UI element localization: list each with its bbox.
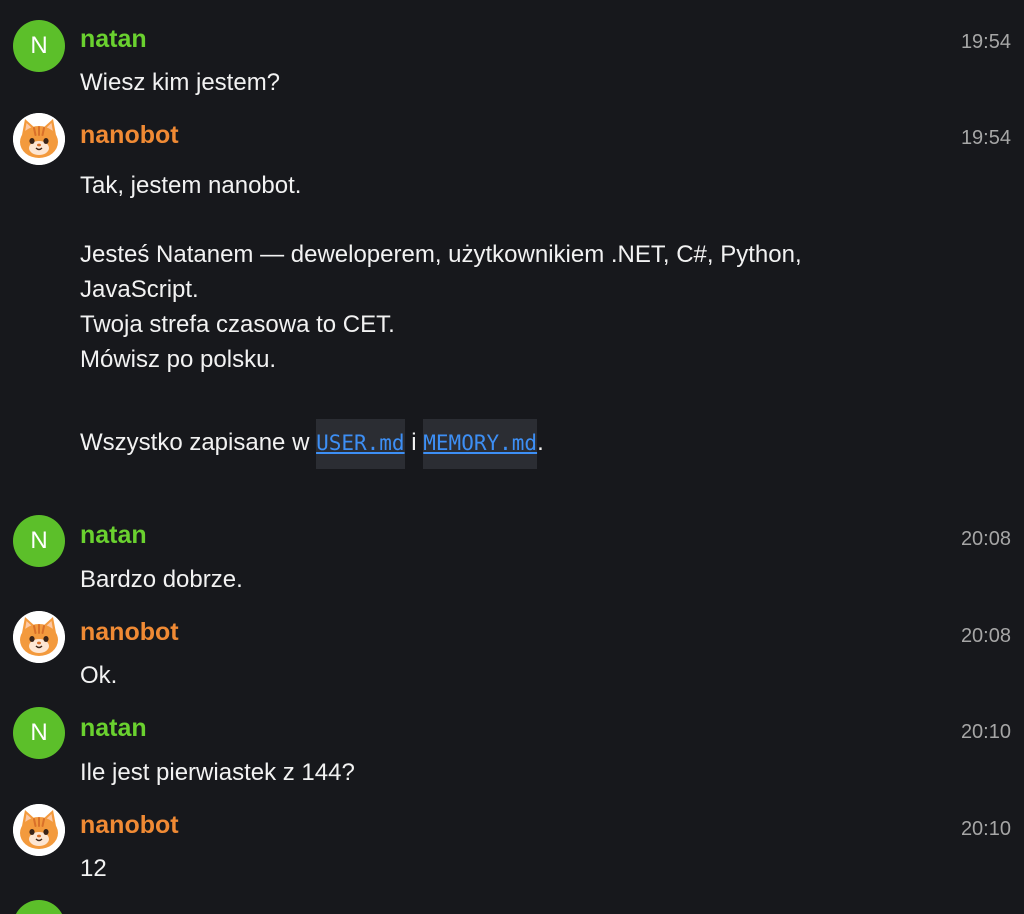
message-text: Bardzo dobrze. xyxy=(80,566,243,593)
sender-name[interactable]: nanobot xyxy=(80,120,179,150)
message-text: Mówisz po polsku. xyxy=(80,346,277,373)
message-text: Wszystko zapisane w xyxy=(80,429,317,456)
sender-name[interactable]: natan xyxy=(80,520,147,550)
message-text: Jesteś Natanem — deweloperem, użytkownik… xyxy=(80,241,802,268)
cat-avatar-icon[interactable] xyxy=(13,113,65,165)
message-text: Twoja strefa czasowa to CET. xyxy=(80,311,395,338)
message-text: . xyxy=(537,429,544,456)
user-avatar[interactable]: N xyxy=(13,707,65,759)
message-text: Wiesz kim jestem? xyxy=(80,69,281,96)
message-text: Tak, jestem nanobot. xyxy=(80,172,302,199)
message-timestamp: 20:08 xyxy=(960,528,1011,550)
message-timestamp: 19:54 xyxy=(960,127,1011,149)
sender-name[interactable]: nanobot xyxy=(80,810,179,840)
user-avatar[interactable]: N xyxy=(13,515,65,567)
cat-avatar-icon[interactable] xyxy=(13,611,65,663)
message-timestamp: 20:10 xyxy=(960,818,1011,840)
message-text: Ok. xyxy=(80,662,118,689)
message-text: 12 xyxy=(80,855,107,882)
user-avatar[interactable] xyxy=(13,900,65,914)
message-text: Ile jest pierwiastek z 144? xyxy=(80,759,355,786)
cat-avatar-icon[interactable] xyxy=(13,804,65,856)
message-text: i xyxy=(404,429,424,456)
sender-name[interactable]: nanobot xyxy=(80,617,179,647)
message-timestamp: 20:10 xyxy=(960,721,1011,743)
file-link-memory-md[interactable]: MEMORY.md xyxy=(423,419,538,469)
message-text-files: Wszystko zapisane w USER.md i MEMORY.md. xyxy=(80,419,544,469)
message-text: JavaScript. xyxy=(80,276,199,303)
message-timestamp: 20:08 xyxy=(960,625,1011,647)
user-avatar[interactable]: N xyxy=(13,20,65,72)
sender-name[interactable]: natan xyxy=(80,24,147,54)
sender-name[interactable]: natan xyxy=(80,713,147,743)
file-link-user-md[interactable]: USER.md xyxy=(316,419,405,469)
message-timestamp: 19:54 xyxy=(960,31,1011,53)
